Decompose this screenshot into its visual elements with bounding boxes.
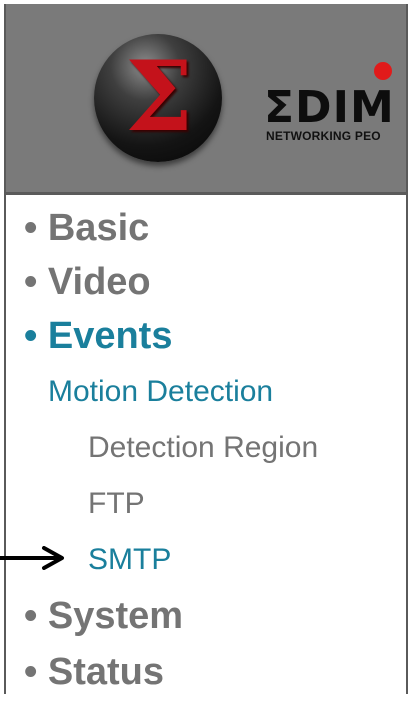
arrow-right-icon (0, 546, 64, 570)
nav-subitem-detection-region[interactable]: Detection Region (88, 431, 318, 465)
nav-item-events[interactable]: • Events (24, 315, 172, 358)
sidebar-panel: Σ ΣDIM NETWORKING PEO • Basic • Video • … (4, 4, 408, 694)
logo-sphere: Σ (94, 34, 222, 162)
sigma-logo-icon: Σ (125, 40, 193, 153)
brand-wordmark: ΣDIM (264, 82, 395, 133)
nav-item-status[interactable]: • Status (24, 651, 164, 694)
header-banner: Σ ΣDIM NETWORKING PEO (6, 4, 406, 195)
nav-subitem-motion-detection[interactable]: Motion Detection (48, 375, 273, 409)
nav-subitem-smtp[interactable]: SMTP (88, 543, 171, 577)
nav-item-basic[interactable]: • Basic (24, 207, 149, 250)
nav-subitem-ftp[interactable]: FTP (88, 487, 145, 521)
brand-dot-icon (374, 62, 392, 80)
nav-item-video[interactable]: • Video (24, 261, 151, 304)
nav-item-system[interactable]: • System (24, 595, 183, 638)
brand-tagline: NETWORKING PEO (266, 129, 381, 143)
